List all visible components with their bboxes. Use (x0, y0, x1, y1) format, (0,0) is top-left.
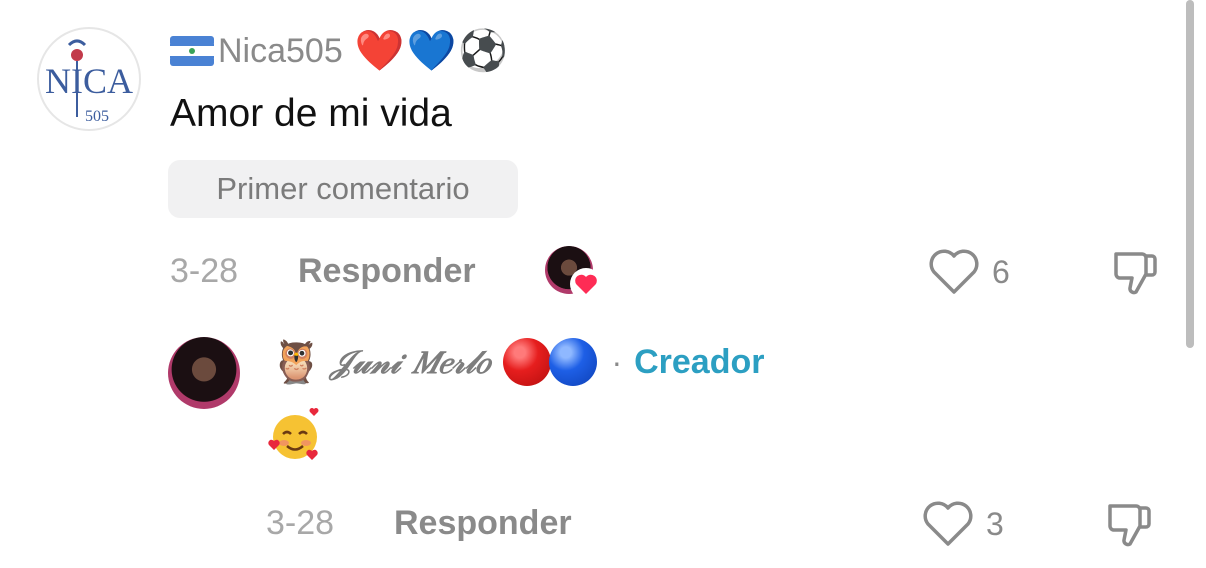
reply-reply-button[interactable]: Responder (394, 504, 572, 543)
dislike-icon[interactable] (1108, 248, 1160, 298)
reply-dislike-icon[interactable] (1102, 500, 1154, 550)
blue-heart-icon: 💙 (406, 28, 457, 74)
reply-button[interactable]: Responder (298, 252, 476, 291)
comment-header: Nica505 ❤️ 💙 ⚽ (170, 28, 510, 74)
reply-date: 3-28 (266, 504, 335, 542)
reply-avatar[interactable] (168, 337, 240, 409)
creator-label: Creador (634, 342, 765, 381)
comment-username[interactable]: Nica505 (218, 32, 343, 71)
heart-filled-icon (575, 274, 597, 294)
red-heart-icon: ❤️ (354, 28, 405, 74)
svg-text:NICA: NICA (45, 61, 133, 101)
blue-circle-icon (549, 338, 598, 386)
first-comment-badge: Primer comentario (168, 160, 518, 218)
comment-date: 3-28 (170, 252, 239, 290)
comment-text: Amor de mi vida (170, 92, 452, 135)
scrollbar[interactable] (1186, 0, 1194, 348)
reply-like-count: 3 (986, 506, 1004, 542)
separator: · (611, 343, 623, 380)
owl-icon: 🦉 (270, 337, 323, 386)
reply-username[interactable]: 𝒥𝓊𝓃𝒾 𝑀𝑒𝓇𝓁𝑜 (330, 343, 489, 382)
comments-panel: NICA 505 Nica505 ❤️ 💙 ⚽ Amor de mi vida … (0, 0, 1206, 568)
smiling-face-with-hearts-icon (268, 408, 319, 460)
like-count: 6 (992, 254, 1010, 290)
red-circle-icon (503, 338, 552, 386)
creator-like-badge (570, 268, 602, 300)
like-heart-icon[interactable] (928, 248, 980, 296)
svg-text:505: 505 (85, 108, 109, 125)
nicaragua-flag-icon (170, 36, 214, 66)
nica505-logo-icon: NICA 505 (45, 39, 133, 125)
reply-like-heart-icon[interactable] (922, 500, 974, 548)
reply-header: 🦉 𝒥𝓊𝓃𝒾 𝑀𝑒𝓇𝓁𝑜 · Creador (270, 337, 764, 387)
soccer-ball-icon: ⚽ (458, 28, 509, 74)
avatar[interactable]: NICA 505 (37, 27, 141, 131)
